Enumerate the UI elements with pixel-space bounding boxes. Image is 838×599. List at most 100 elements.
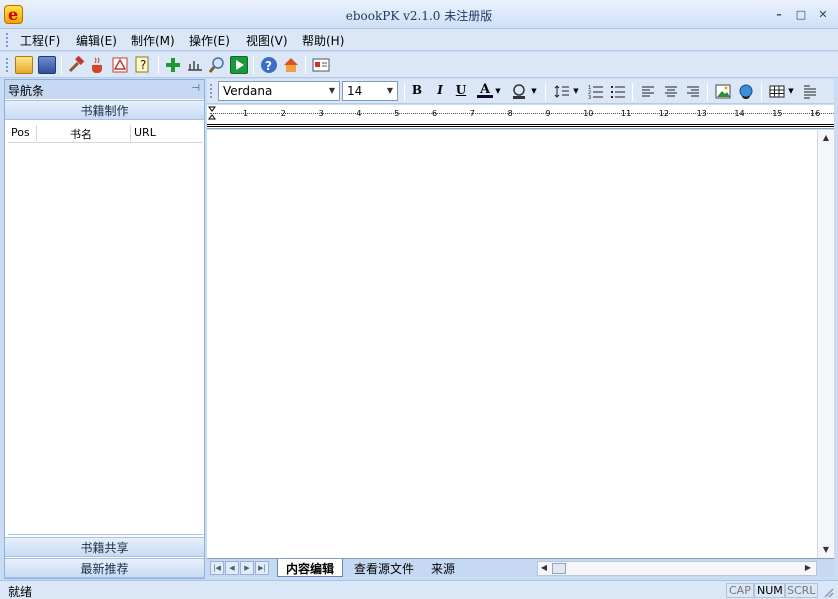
run-icon[interactable]: [230, 56, 248, 74]
toolbar-separator: [404, 83, 405, 101]
status-bar: 就绪 CAP NUM SCRL: [0, 580, 838, 599]
scroll-up-icon[interactable]: ▲: [818, 130, 834, 146]
last-tab-icon[interactable]: ▶|: [255, 561, 269, 575]
column-book-name[interactable]: 书名: [70, 126, 92, 142]
column-separator[interactable]: [130, 125, 131, 141]
save-icon[interactable]: [38, 56, 56, 74]
toolbar-separator: [545, 83, 546, 101]
ruler-number: 12: [658, 109, 669, 118]
toolbar-grip[interactable]: [6, 58, 9, 72]
align-left-icon[interactable]: [640, 83, 656, 100]
column-separator[interactable]: [36, 125, 37, 141]
tab-view-source[interactable]: 查看源文件: [346, 559, 422, 577]
pdf-icon[interactable]: [111, 56, 129, 74]
menu-operate[interactable]: 操作(E): [189, 32, 230, 49]
card-icon[interactable]: [312, 56, 330, 74]
scroll-right-icon[interactable]: ▶: [802, 561, 814, 574]
menu-view[interactable]: 视图(V): [246, 32, 288, 49]
ruler-icon[interactable]: [186, 56, 204, 74]
scroll-left-icon[interactable]: ◀: [538, 561, 550, 574]
line-spacing-icon[interactable]: [554, 83, 570, 100]
menu-edit[interactable]: 编辑(E): [76, 32, 117, 49]
chevron-down-icon[interactable]: ▼: [494, 83, 502, 100]
horizontal-scroll-thumb[interactable]: [552, 563, 566, 574]
chevron-down-icon[interactable]: ▼: [325, 82, 339, 100]
add-icon[interactable]: [164, 56, 182, 74]
next-tab-icon[interactable]: ▶: [240, 561, 254, 575]
cap-indicator: CAP: [726, 583, 754, 598]
maximize-button[interactable]: □: [792, 7, 810, 22]
horizontal-scrollbar[interactable]: ◀ ▶: [537, 561, 817, 576]
column-url[interactable]: URL: [134, 126, 156, 139]
ruler-number: 9: [545, 109, 551, 118]
previous-tab-icon[interactable]: ◀: [225, 561, 239, 575]
open-folder-icon[interactable]: [15, 56, 33, 74]
status-text: 就绪: [8, 585, 33, 599]
toolbar-separator: [707, 83, 708, 101]
section-latest-recommend[interactable]: 最新推荐: [5, 558, 204, 578]
java-cup-icon[interactable]: [89, 56, 107, 74]
format-toolbar-grip[interactable]: [210, 84, 213, 98]
search-icon[interactable]: [208, 56, 226, 74]
menu-help[interactable]: 帮助(H): [302, 32, 344, 49]
align-center-icon[interactable]: [663, 83, 679, 100]
help-icon[interactable]: ?: [260, 56, 278, 74]
align-right-icon[interactable]: [685, 83, 701, 100]
ruler-number: 6: [432, 109, 438, 118]
ruler-number: 8: [507, 109, 513, 118]
hammer-icon[interactable]: [67, 55, 85, 74]
menu-make[interactable]: 制作(M): [131, 32, 175, 49]
column-pos[interactable]: Pos: [11, 126, 30, 139]
content-edit-area[interactable]: [207, 130, 818, 558]
book-list-header: Pos 书名 URL: [8, 124, 203, 143]
home-icon[interactable]: [282, 56, 300, 74]
bold-button[interactable]: B: [409, 83, 425, 100]
ruler[interactable]: 1 2 3 4 5 6 7 8 9 10 11 12 13 14 15 16: [207, 105, 834, 129]
font-family-value: Verdana: [223, 84, 273, 98]
minimize-button[interactable]: –: [770, 7, 788, 22]
section-book-making[interactable]: 书籍制作: [5, 100, 204, 120]
pin-icon[interactable]: ⊣: [191, 83, 200, 94]
window-title: ebookPK v2.1.0 未注册版: [345, 9, 493, 23]
ruler-number: 2: [280, 109, 286, 118]
tab-content-edit[interactable]: 内容编辑: [277, 559, 344, 577]
vertical-scrollbar[interactable]: ▲ ▼: [818, 130, 834, 558]
insert-table-icon[interactable]: [769, 83, 785, 100]
tab-source[interactable]: 来源: [423, 559, 463, 577]
chevron-down-icon[interactable]: ▼: [530, 83, 538, 100]
ruler-number: 11: [621, 109, 632, 118]
svg-text:3: 3: [588, 95, 591, 100]
underline-button[interactable]: U: [453, 83, 469, 100]
numbered-list-icon[interactable]: 123: [588, 83, 604, 101]
chevron-down-icon[interactable]: ▼: [383, 82, 397, 100]
close-button[interactable]: ✕: [814, 7, 832, 22]
toolbar-separator: [158, 56, 159, 74]
resize-grip-icon[interactable]: [822, 586, 834, 598]
section-book-share[interactable]: 书籍共享: [5, 537, 204, 557]
insert-image-icon[interactable]: [715, 83, 731, 100]
chevron-down-icon[interactable]: ▼: [787, 83, 795, 100]
font-size-select[interactable]: 14 ▼: [342, 81, 398, 101]
book-list[interactable]: [8, 143, 203, 535]
insert-link-icon[interactable]: [738, 83, 754, 100]
ruler-number: 4: [356, 109, 362, 118]
num-indicator: NUM: [754, 583, 786, 598]
ruler-number: 1: [243, 109, 249, 118]
font-family-select[interactable]: Verdana ▼: [218, 81, 340, 101]
first-tab-icon[interactable]: |◀: [210, 561, 224, 575]
menu-grip[interactable]: [6, 33, 9, 47]
help-document-icon[interactable]: ?: [134, 56, 152, 74]
scroll-down-icon[interactable]: ▼: [818, 542, 834, 558]
italic-button[interactable]: I: [432, 83, 448, 100]
font-color-button[interactable]: A: [477, 83, 493, 98]
paragraph-format-icon[interactable]: [802, 83, 818, 100]
navigation-panel: 导航条 ⊣ 书籍制作 Pos 书名 URL 书籍共享 最新推荐: [4, 79, 205, 579]
ruler-number: 3: [318, 109, 324, 118]
menu-project[interactable]: 工程(F): [20, 32, 60, 49]
editor-tab-bar: |◀ ◀ ▶ ▶| 内容编辑 查看源文件 来源 ◀ ▶: [207, 558, 834, 577]
ruler-number: 5: [394, 109, 400, 118]
highlight-color-icon[interactable]: [511, 83, 527, 100]
svg-text:?: ?: [265, 59, 272, 73]
chevron-down-icon[interactable]: ▼: [572, 83, 580, 100]
bullet-list-icon[interactable]: [610, 83, 626, 100]
